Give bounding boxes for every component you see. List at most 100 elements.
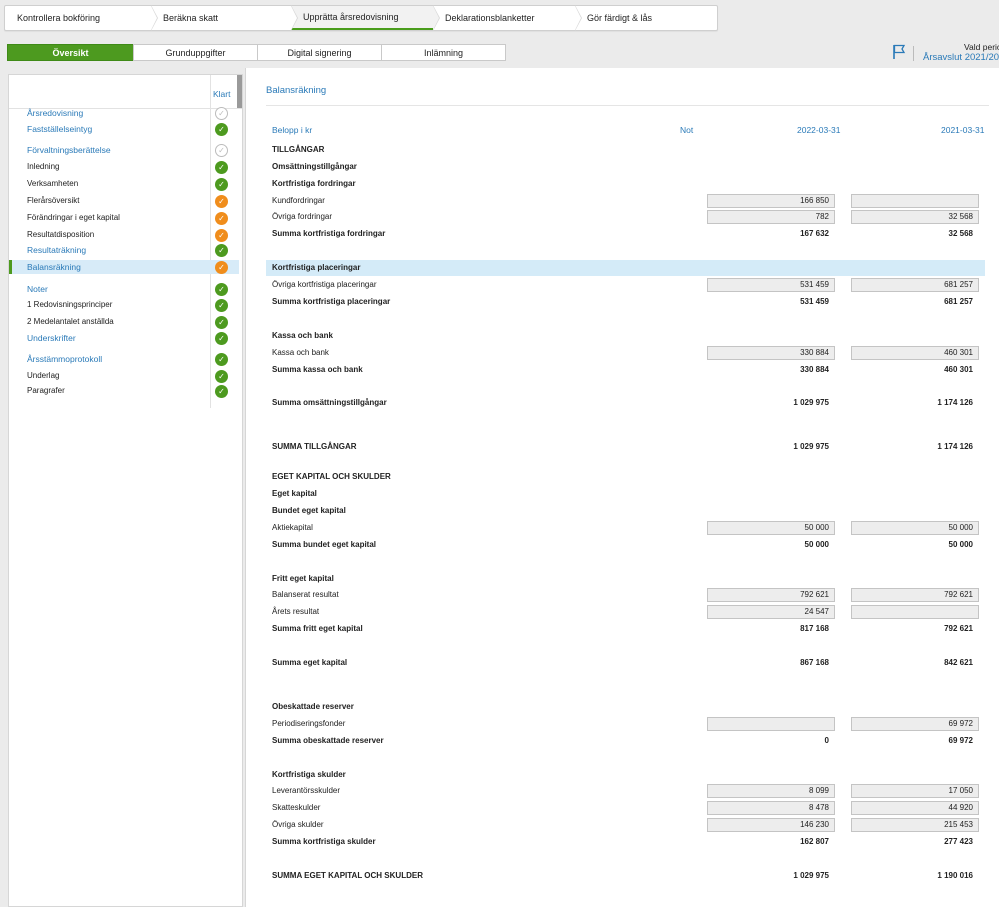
app-window: Kontrollera bokföring Beräkna skatt Uppr… [0, 0, 999, 907]
amount-input-current[interactable]: 8 099 [707, 784, 835, 798]
row-label: Obeskattade reserver [272, 702, 354, 711]
amount-input-current[interactable]: 146 230 [707, 818, 835, 832]
period-selector[interactable]: Vald period Årsavslut 2021/2022 [892, 42, 999, 64]
amount-input-current[interactable]: 24 547 [707, 605, 835, 619]
balance-row: SUMMA TILLGÅNGAR 1 029 975 1 174 126 [266, 439, 985, 455]
checkmark-status-icon: ✓ [215, 353, 228, 366]
checkmark-status-icon: ✓ [215, 283, 228, 296]
checkmark-status-icon: ✓ [215, 144, 228, 157]
tab-inlamning[interactable]: Inlämning [381, 44, 506, 61]
amount-input-previous[interactable]: 681 257 [851, 278, 979, 292]
sum-value-current: 1 029 975 [793, 398, 829, 407]
balance-row: Periodiseringsfonder 69 972 [266, 716, 985, 732]
row-label: Årets resultat [272, 607, 320, 616]
amount-input-current[interactable]: 8 478 [707, 801, 835, 815]
step-berakna-skatt[interactable]: Beräkna skatt [151, 5, 298, 31]
row-label: Övriga kortfristiga placeringar [272, 280, 377, 289]
balance-row: Summa obeskattade reserver 0 69 972 [266, 733, 985, 749]
balance-row: Balanserat resultat 792 621 792 621 [266, 587, 985, 603]
checkmark-status-icon: ✓ [215, 370, 228, 383]
amount-input-previous[interactable] [851, 194, 979, 208]
scrollbar[interactable] [237, 75, 242, 109]
sum-value-previous: 32 568 [948, 229, 973, 238]
sidebar-item[interactable]: Noter [9, 282, 239, 296]
sidebar-item[interactable]: Flerårsöversikt [9, 194, 239, 208]
step-kontrollera-bokforing[interactable]: Kontrollera bokföring [5, 5, 158, 31]
amount-input-current[interactable]: 166 850 [707, 194, 835, 208]
step-label: Beräkna skatt [163, 13, 219, 23]
step-deklarationsblanketter[interactable]: Deklarationsblanketter [433, 5, 582, 31]
balance-row: Kundfordringar 166 850 [266, 193, 985, 209]
amount-input-current[interactable]: 531 459 [707, 278, 835, 292]
row-label: Bundet eget kapital [272, 506, 346, 515]
step-upprata-arsredovisning[interactable]: Upprätta årsredovisning [291, 5, 440, 31]
sidebar-item[interactable]: Underlag [9, 369, 239, 383]
amount-input-previous[interactable]: 69 972 [851, 717, 979, 731]
balance-row: Omsättningstillgångar [266, 159, 985, 175]
row-label: Skatteskulder [272, 803, 321, 812]
amount-input-current[interactable]: 792 621 [707, 588, 835, 602]
amount-input-previous[interactable]: 460 301 [851, 346, 979, 360]
period-value[interactable]: Årsavslut 2021/2022 [923, 52, 999, 63]
row-label: Balanserat resultat [272, 590, 339, 599]
row-label: Kundfordringar [272, 196, 325, 205]
sum-value-previous: 50 000 [948, 540, 973, 549]
balance-row: Summa kortfristiga fordringar 167 632 32 5… [266, 226, 985, 242]
amount-input-previous[interactable]: 215 453 [851, 818, 979, 832]
amount-input-previous[interactable]: 792 621 [851, 588, 979, 602]
row-label: Summa bundet eget kapital [272, 540, 377, 549]
status-column-header: Klart [213, 89, 231, 99]
sidebar-item[interactable]: Paragrafer [9, 384, 239, 398]
row-label: Summa eget kapital [272, 658, 348, 667]
sidebar-item[interactable]: Verksamheten [9, 177, 239, 191]
sidebar-item[interactable]: Årsredovisning [9, 106, 239, 120]
balance-row: Summa kortfristiga skulder 162 807 277 423 [266, 834, 985, 850]
sidebar-item[interactable]: 2 Medelantalet anställda [9, 315, 239, 329]
amount-input-previous[interactable]: 44 920 [851, 801, 979, 815]
sum-value-current: 0 [824, 736, 829, 745]
sidebar-item[interactable]: Inledning [9, 160, 239, 174]
step-gor-fardigt[interactable]: Gör färdigt & lås [575, 6, 717, 30]
sidebar-item[interactable]: Balansräkning [9, 260, 239, 274]
sidebar-item[interactable]: Förvaltningsberättelse [9, 143, 239, 157]
amount-input-current[interactable]: 782 [707, 210, 835, 224]
balance-row: Fritt eget kapital [266, 571, 985, 587]
amount-input-current[interactable]: 330 884 [707, 346, 835, 360]
amount-input-previous[interactable]: 50 000 [851, 521, 979, 535]
amount-input-previous[interactable]: 32 568 [851, 210, 979, 224]
row-label: Kortfristiga skulder [272, 770, 346, 779]
row-label: SUMMA TILLGÅNGAR [272, 442, 357, 451]
sum-value-previous: 69 972 [948, 736, 973, 745]
sidebar-item[interactable]: Resultaträkning [9, 243, 239, 257]
sidebar-item[interactable]: Fastställelseintyg [9, 122, 239, 136]
sidebar-item[interactable]: Förändringar i eget kapital [9, 211, 239, 225]
row-label: Summa obeskattade reserver [272, 736, 384, 745]
balance-row: Skatteskulder 8 478 44 920 [266, 800, 985, 816]
sum-value-previous: 792 621 [944, 624, 973, 633]
balance-row: SUMMA EGET KAPITAL OCH SKULDER 1 029 975 1… [266, 868, 985, 884]
checkmark-status-icon: ✓ [215, 299, 228, 312]
sidebar-item[interactable]: Årsstämmoprotokoll [9, 352, 239, 366]
balance-row: Kassa och bank [266, 328, 985, 344]
tab-grunduppgifter[interactable]: Grunduppgifter [133, 44, 258, 61]
amount-input-previous[interactable] [851, 605, 979, 619]
checkmark-status-icon: ✓ [215, 178, 228, 191]
sum-value-previous: 277 423 [944, 837, 973, 846]
balance-row: Kortfristiga fordringar [266, 176, 985, 192]
tab-digital-signering[interactable]: Digital signering [257, 44, 382, 61]
sidebar-item[interactable]: Resultatdisposition [9, 228, 239, 242]
row-label: Summa kortfristiga skulder [272, 837, 376, 846]
balance-row: EGET KAPITAL OCH SKULDER [266, 469, 985, 485]
sidebar-item[interactable]: Underskrifter [9, 331, 239, 345]
tab-oversikt[interactable]: Översikt [7, 44, 134, 61]
amount-input-current[interactable] [707, 717, 835, 731]
balance-row: Årets resultat 24 547 [266, 604, 985, 620]
main-panel: Balansräkning Belopp i kr Not 2022-03-31… [245, 68, 999, 907]
row-label: SUMMA EGET KAPITAL OCH SKULDER [272, 871, 423, 880]
balance-row: Summa eget kapital 867 168 842 621 [266, 655, 985, 671]
amount-input-previous[interactable]: 17 050 [851, 784, 979, 798]
amount-input-current[interactable]: 50 000 [707, 521, 835, 535]
flag-icon[interactable] [892, 44, 906, 60]
sidebar-item[interactable]: 1 Redovisningsprinciper [9, 298, 239, 312]
row-label: Fritt eget kapital [272, 574, 334, 583]
